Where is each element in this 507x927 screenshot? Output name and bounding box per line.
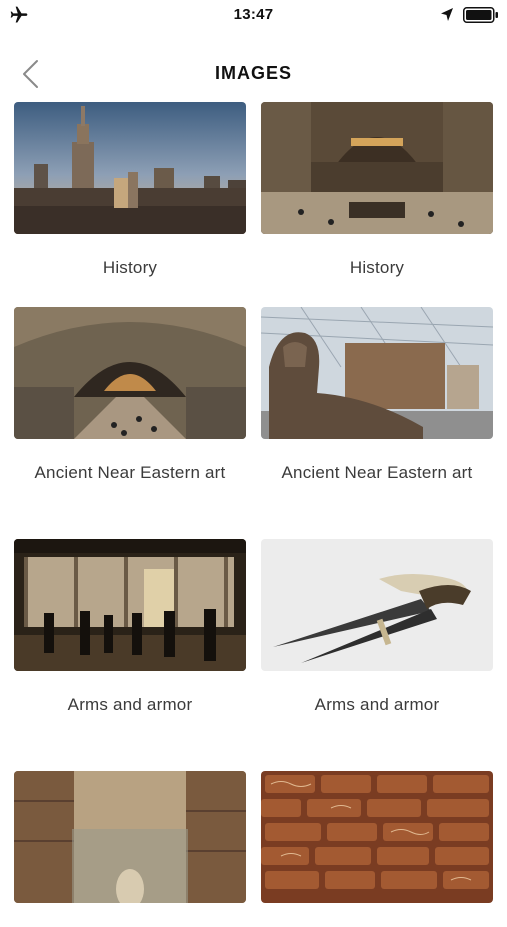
status-bar: 13:47	[0, 0, 507, 30]
page-title: IMAGES	[214, 63, 292, 83]
brick-pattern-thumbnail[interactable]	[261, 771, 493, 903]
location-arrow-icon	[441, 8, 453, 21]
image-caption: Arms and armor	[314, 695, 440, 714]
sphinx-temple-thumbnail[interactable]	[261, 307, 493, 439]
image-card[interactable]	[14, 771, 246, 927]
dagger-thumbnail[interactable]	[261, 539, 493, 671]
vaulted-gallery-thumbnail[interactable]	[14, 307, 246, 439]
image-card[interactable]: Ancient Near Eastern art	[261, 307, 493, 483]
museum-great-hall-thumbnail[interactable]	[261, 102, 493, 234]
manhattan-skyline-thumbnail[interactable]	[14, 102, 246, 234]
nav-bar: IMAGES	[0, 48, 507, 100]
image-card[interactable]: Arms and armor	[14, 539, 246, 715]
image-caption: History	[102, 258, 158, 277]
glass-case-relief-thumbnail[interactable]	[14, 771, 246, 903]
image-card[interactable]: History	[261, 102, 493, 278]
status-time: 13:47	[233, 6, 274, 23]
image-card[interactable]: Ancient Near Eastern art	[14, 307, 246, 483]
image-caption: Arms and armor	[67, 695, 193, 714]
gallery-window-silhouettes-thumbnail[interactable]	[14, 539, 246, 671]
image-caption: History	[349, 258, 405, 277]
image-caption: Ancient Near Eastern art	[34, 463, 226, 482]
image-card[interactable]	[261, 771, 493, 927]
image-caption: Ancient Near Eastern art	[281, 463, 473, 482]
battery-icon	[463, 7, 498, 23]
image-card[interactable]: Arms and armor	[261, 539, 493, 715]
image-card[interactable]: History	[14, 102, 246, 278]
